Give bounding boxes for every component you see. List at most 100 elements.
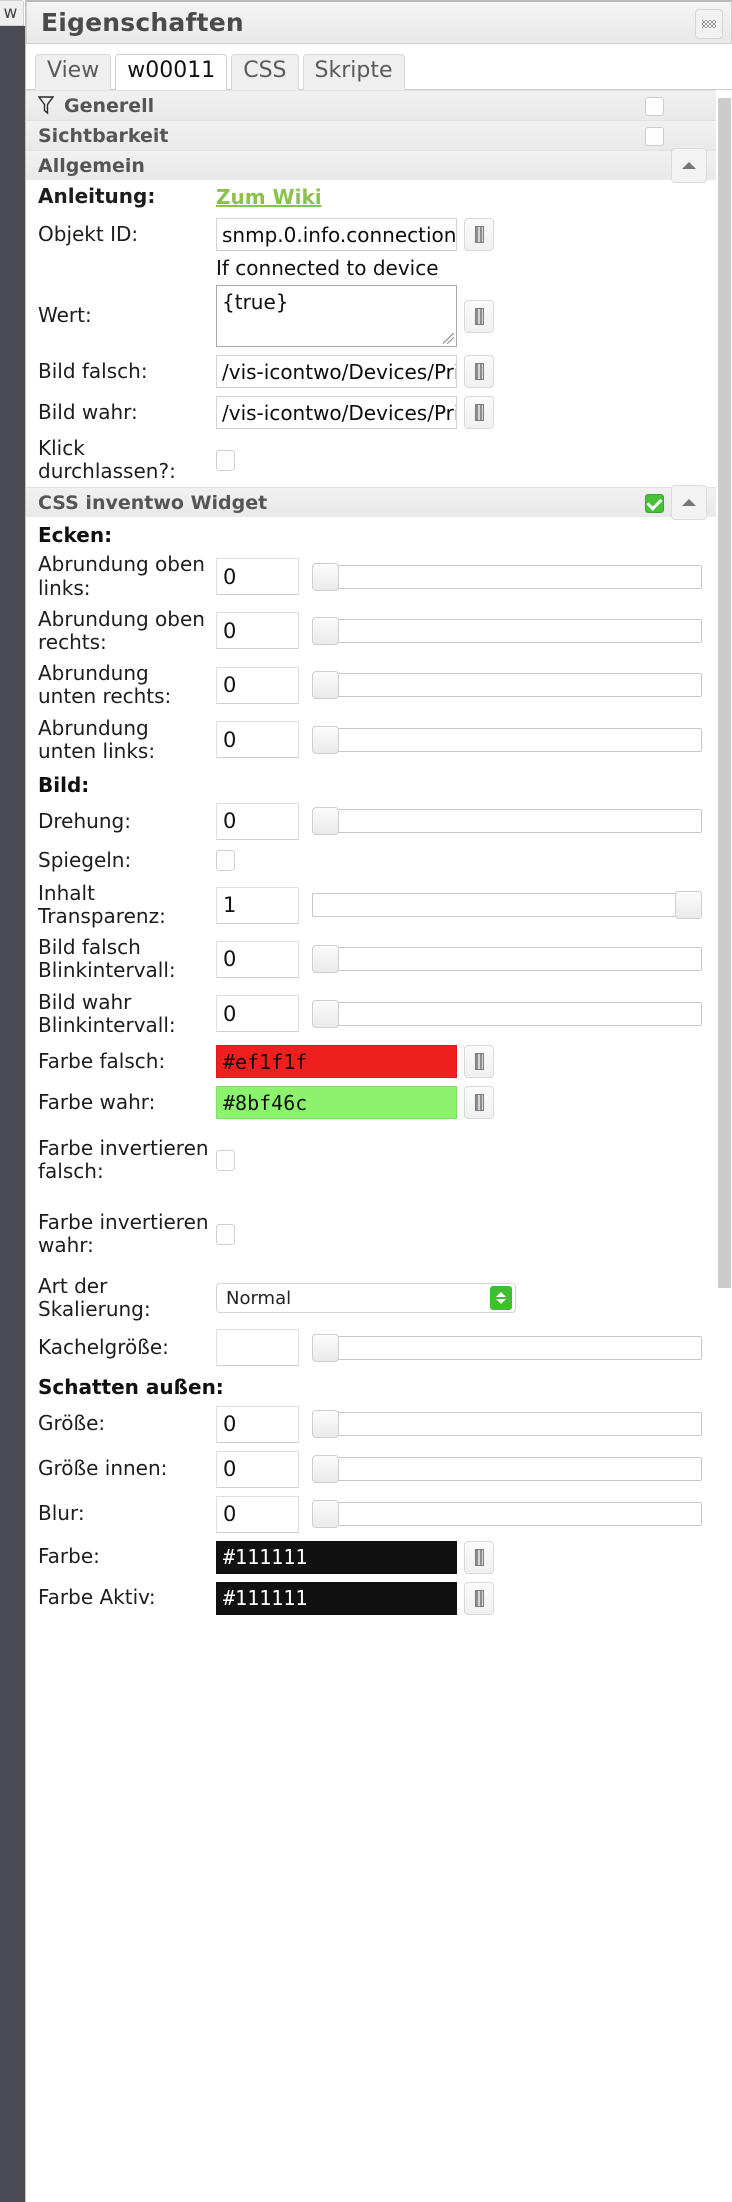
drehung-input[interactable]: 0 xyxy=(216,802,299,840)
farbe-input[interactable]: #111111 xyxy=(216,1540,457,1574)
farbe-invertieren-falsch-control xyxy=(216,1149,716,1171)
blur-slider[interactable] xyxy=(312,1500,702,1529)
inhalt-transparenz-slider[interactable] xyxy=(312,891,702,920)
picker-icon xyxy=(474,363,484,380)
farbe-falsch-picker-button[interactable] xyxy=(464,1045,494,1078)
farbe-picker-button[interactable] xyxy=(464,1540,494,1574)
objekt-id-input[interactable]: snmp.0.info.connection xyxy=(216,218,457,251)
row-kachelgroesse: Kachelgröße: xyxy=(26,1325,716,1370)
row-bild-falsch-blinkintervall: Bild falsch Blinkintervall: 0 xyxy=(26,932,716,986)
wert-textarea[interactable]: {true} xyxy=(216,285,457,347)
slider-knob[interactable] xyxy=(312,725,339,754)
groesse-input[interactable]: 0 xyxy=(216,1405,299,1443)
farbe-invertieren-wahr-checkbox[interactable] xyxy=(216,1223,235,1245)
kachelgroesse-input[interactable] xyxy=(216,1329,299,1367)
slider-knob[interactable] xyxy=(312,1333,339,1362)
row-bild-wahr-blinkintervall: Bild wahr Blinkintervall: 0 xyxy=(26,987,716,1041)
farbe-aktiv-picker-button[interactable] xyxy=(464,1581,494,1615)
zum-wiki-link[interactable]: Zum Wiki xyxy=(216,185,322,209)
bild-wahr-blinkintervall-input[interactable]: 0 xyxy=(216,995,299,1033)
abrundung-unten-links-input[interactable]: 0 xyxy=(216,721,299,759)
slider-knob[interactable] xyxy=(312,1500,339,1529)
bild-falsch-picker-button[interactable] xyxy=(464,355,494,388)
group-header-generell[interactable]: Generell xyxy=(26,90,716,120)
group-header-css-inventwo[interactable]: CSS inventwo Widget xyxy=(26,485,716,521)
anleitung-label: Anleitung: xyxy=(38,184,156,209)
vertical-scrollbar[interactable] xyxy=(716,90,732,2202)
slider-knob[interactable] xyxy=(312,1455,339,1484)
slider-knob[interactable] xyxy=(312,999,339,1028)
wert-picker-button[interactable] xyxy=(464,299,494,333)
group-generell-checkbox[interactable] xyxy=(645,97,664,116)
slider-track xyxy=(312,673,702,698)
bild-falsch-blinkintervall-input[interactable]: 0 xyxy=(216,940,299,978)
abrundung-oben-links-input[interactable]: 0 xyxy=(216,558,299,596)
group-css-inventwo-checkbox[interactable] xyxy=(645,494,664,514)
bild-wahr-picker-button[interactable] xyxy=(464,396,494,429)
abrundung-oben-rechts-input[interactable]: 0 xyxy=(216,612,299,650)
inhalt-transparenz-label: Inhalt Transparenz: xyxy=(38,880,166,929)
subhead-bild: Bild: xyxy=(38,772,90,797)
bild-falsch-blinkintervall-slider[interactable] xyxy=(312,945,702,974)
spiegeln-label: Spiegeln: xyxy=(38,848,132,873)
blur-input[interactable]: 0 xyxy=(216,1495,299,1533)
bild-falsch-blinkintervall-control: 0 xyxy=(216,940,716,978)
objekt-id-picker-button[interactable] xyxy=(464,218,494,251)
farbe-wahr-picker-button[interactable] xyxy=(464,1086,494,1119)
group-sichtbarkeit-checkbox[interactable] xyxy=(645,127,664,146)
row-drehung: Drehung: 0 xyxy=(26,799,716,844)
scrollbar-thumb[interactable] xyxy=(718,98,731,1288)
slider-track xyxy=(312,809,702,834)
farbe-invertieren-wahr-label: Farbe invertieren wahr: xyxy=(38,1209,209,1257)
row-farbe-aktiv: Farbe Aktiv: #111111 xyxy=(26,1578,716,1619)
tab-skripte[interactable]: Skripte xyxy=(302,54,405,90)
groesse-slider[interactable] xyxy=(312,1410,702,1439)
slider-track xyxy=(312,1412,702,1437)
abrundung-unten-rechts-input[interactable]: 0 xyxy=(216,666,299,704)
caret-up-icon-allgemein[interactable] xyxy=(671,148,707,183)
slider-knob[interactable] xyxy=(312,616,339,645)
groesse-innen-input[interactable]: 0 xyxy=(216,1450,299,1488)
klick-durchlassen-checkbox[interactable] xyxy=(216,449,235,471)
groesse-innen-slider[interactable] xyxy=(312,1455,702,1484)
tab-view[interactable]: View xyxy=(35,54,112,90)
tab-w00011[interactable]: w00011 xyxy=(115,54,228,90)
caret-up-icon-css-inventwo[interactable] xyxy=(671,485,707,521)
art-der-skalierung-select[interactable]: Normal xyxy=(216,1283,516,1314)
slider-knob[interactable] xyxy=(312,945,339,974)
group-header-sichtbarkeit[interactable]: Sichtbarkeit xyxy=(26,120,716,150)
spiegeln-checkbox[interactable] xyxy=(216,850,235,872)
klick-durchlassen-control xyxy=(216,449,716,471)
kachelgroesse-slider[interactable] xyxy=(312,1333,702,1362)
row-groesse: Größe: 0 xyxy=(26,1402,716,1447)
slider-knob[interactable] xyxy=(312,807,339,836)
slider-knob[interactable] xyxy=(312,671,339,700)
kachelgroesse-control xyxy=(216,1329,716,1367)
slider-knob[interactable] xyxy=(312,1410,339,1439)
inhalt-transparenz-input[interactable]: 1 xyxy=(216,886,299,924)
left-rail-tab[interactable]: w xyxy=(0,0,24,26)
abrundung-oben-rechts-slider[interactable] xyxy=(312,616,702,645)
blur-label: Blur: xyxy=(38,1501,85,1526)
farbe-wahr-input[interactable]: #8bf46c xyxy=(216,1086,457,1119)
bild-wahr-blinkintervall-slider[interactable] xyxy=(312,999,702,1028)
bild-falsch-blinkintervall-label: Bild falsch Blinkintervall: xyxy=(38,935,176,983)
farbe-invertieren-falsch-checkbox[interactable] xyxy=(216,1149,235,1171)
drehung-slider[interactable] xyxy=(312,807,702,836)
slider-knob[interactable] xyxy=(675,891,702,920)
tab-css[interactable]: CSS xyxy=(231,54,299,90)
abrundung-unten-rechts-slider[interactable] xyxy=(312,671,702,700)
row-abrundung-unten-links: Abrundung unten links: 0 xyxy=(26,713,716,767)
farbe-aktiv-input[interactable]: #111111 xyxy=(216,1581,457,1615)
bild-falsch-input[interactable]: /vis-icontwo/Devices/Prin xyxy=(216,355,457,388)
spinner-arrows-icon[interactable] xyxy=(490,1286,512,1311)
caret-down-glyph xyxy=(496,1299,506,1305)
abrundung-unten-links-slider[interactable] xyxy=(312,725,702,754)
group-header-allgemein[interactable]: Allgemein xyxy=(26,148,716,183)
art-der-skalierung-label: Art der Skalierung: xyxy=(38,1274,151,1322)
bild-wahr-input[interactable]: /vis-icontwo/Devices/Prin xyxy=(216,396,457,429)
abrundung-oben-links-slider[interactable] xyxy=(312,562,702,591)
slider-knob[interactable] xyxy=(312,562,339,591)
farbe-falsch-input[interactable]: #ef1f1f xyxy=(216,1045,457,1078)
drag-grip-icon[interactable] xyxy=(695,9,723,39)
